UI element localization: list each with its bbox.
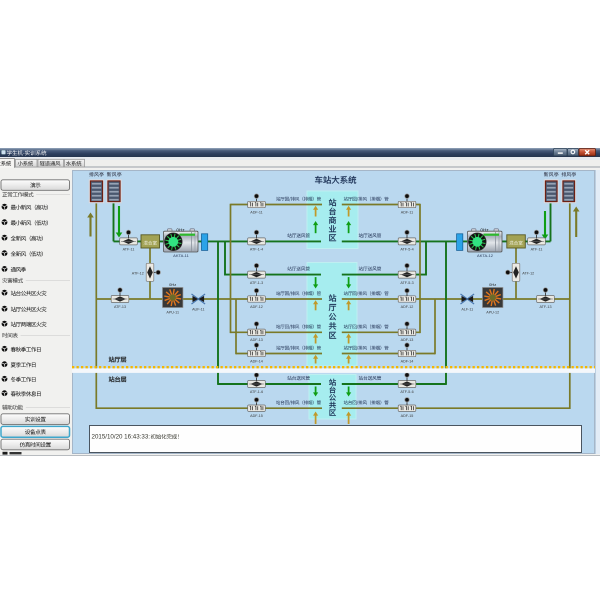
svg-text:0Hz: 0Hz <box>480 227 489 232</box>
svg-text:ADF-11: ADF-11 <box>401 210 413 214</box>
svg-text:ATF-11: ATF-11 <box>531 248 543 252</box>
svg-text:ATF-12: ATF-12 <box>132 271 144 275</box>
svg-text:ATF-11: ATF-11 <box>123 248 135 252</box>
svg-text:0Hz: 0Hz <box>489 282 496 287</box>
svg-text:ADF-15: ADF-15 <box>401 414 414 418</box>
svg-text:ATF-5-6: ATF-5-6 <box>400 390 413 394</box>
svg-text:ADF-12: ADF-12 <box>250 305 263 309</box>
svg-text:ALF-11: ALF-11 <box>461 308 473 312</box>
svg-text:0Hz: 0Hz <box>169 282 176 287</box>
svg-text:ATF-1-6: ATF-1-6 <box>250 390 263 394</box>
svg-text:0Hz: 0Hz <box>176 227 185 232</box>
svg-text:ATF-5-3: ATF-5-3 <box>400 281 413 285</box>
svg-text:ADF-14: ADF-14 <box>250 359 263 363</box>
svg-text:ATF-12: ATF-12 <box>522 271 534 275</box>
svg-text:2015/10/20 16:43:33:: 2015/10/20 16:43:33: <box>92 434 151 441</box>
svg-text:APU-12: APU-12 <box>486 310 499 314</box>
svg-text:ATF-5-4: ATF-5-4 <box>400 248 413 252</box>
svg-text:AKTA-12: AKTA-12 <box>477 253 494 258</box>
svg-text:APU-11: APU-11 <box>166 310 179 314</box>
svg-text:ADF-14: ADF-14 <box>401 359 414 363</box>
svg-text:ATF-1-4: ATF-1-4 <box>250 248 263 252</box>
svg-text:ADF-12: ADF-12 <box>401 305 414 309</box>
svg-text:AKTA-11: AKTA-11 <box>173 253 189 258</box>
svg-text:ATF-13: ATF-13 <box>539 305 551 309</box>
svg-text:ATF-1-3: ATF-1-3 <box>250 281 263 285</box>
svg-text:ADF-13: ADF-13 <box>401 338 414 342</box>
svg-text:ATF-13: ATF-13 <box>114 305 126 309</box>
svg-text:ADF-15: ADF-15 <box>250 414 263 418</box>
svg-text:ADF-13: ADF-13 <box>250 338 263 342</box>
svg-text:AUF-11: AUF-11 <box>192 308 204 312</box>
svg-text:ADF-11: ADF-11 <box>250 210 262 214</box>
